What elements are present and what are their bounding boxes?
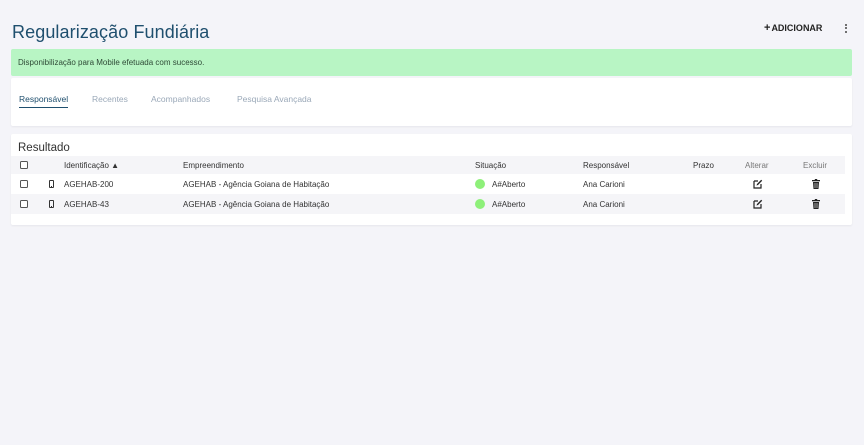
results-card: Resultado Identificação ▲ Empreendimento…	[11, 134, 852, 225]
table-header: Identificação ▲ Empreendimento Situação …	[11, 156, 845, 174]
col-empreendimento[interactable]: Empreendimento	[183, 156, 244, 174]
row-empreendimento: AGEHAB - Agência Goiana de Habitação	[183, 199, 330, 209]
trash-icon[interactable]	[812, 179, 820, 189]
tab-recentes[interactable]: Recentes	[92, 94, 128, 107]
tab-pesquisa-avancada[interactable]: Pesquisa Avançada	[237, 94, 312, 107]
results-title: Resultado	[18, 142, 70, 154]
row-responsavel: Ana Carioni	[583, 179, 625, 189]
plus-icon: +	[764, 22, 771, 34]
mobile-phone-icon	[49, 200, 54, 208]
col-situacao[interactable]: Situação	[475, 156, 506, 174]
row-checkbox[interactable]	[20, 200, 28, 208]
col-identificacao[interactable]: Identificação ▲	[64, 156, 119, 174]
tab-acompanhados[interactable]: Acompanhados	[151, 94, 210, 107]
add-button[interactable]: +ADICIONAR	[764, 22, 822, 34]
trash-icon[interactable]	[812, 199, 820, 209]
row-responsavel: Ana Carioni	[583, 199, 625, 209]
more-options-icon[interactable]	[840, 20, 852, 36]
status-dot	[475, 199, 485, 209]
row-empreendimento: AGEHAB - Agência Goiana de Habitação	[183, 179, 330, 189]
add-button-label: ADICIONAR	[771, 23, 823, 33]
row-situacao: A#Aberto	[492, 199, 526, 209]
edit-icon[interactable]	[753, 199, 763, 209]
select-all-checkbox[interactable]	[20, 161, 28, 169]
table-row[interactable]: AGEHAB-43 AGEHAB - Agência Goiana de Hab…	[11, 194, 845, 214]
row-identificacao[interactable]: AGEHAB-200	[64, 174, 113, 194]
success-alert: Disponibilização para Mobile efetuada co…	[11, 49, 852, 76]
status-dot	[475, 179, 485, 189]
col-prazo[interactable]: Prazo	[693, 156, 714, 174]
row-situacao: A#Aberto	[492, 179, 526, 189]
tab-responsavel[interactable]: Responsável	[19, 94, 69, 108]
page-title: Regularização Fundiária	[12, 22, 210, 42]
row-checkbox[interactable]	[20, 180, 28, 188]
edit-icon[interactable]	[753, 179, 763, 189]
col-excluir: Excluir	[803, 160, 828, 170]
tabs-card: Responsável Recentes Acompanhados Pesqui…	[11, 78, 852, 126]
col-alterar: Alterar	[745, 160, 769, 170]
col-responsavel[interactable]: Responsável	[583, 156, 629, 174]
mobile-phone-icon	[49, 180, 54, 188]
row-identificacao[interactable]: AGEHAB-43	[64, 194, 109, 214]
table-row[interactable]: AGEHAB-200 AGEHAB - Agência Goiana de Ha…	[11, 174, 845, 194]
